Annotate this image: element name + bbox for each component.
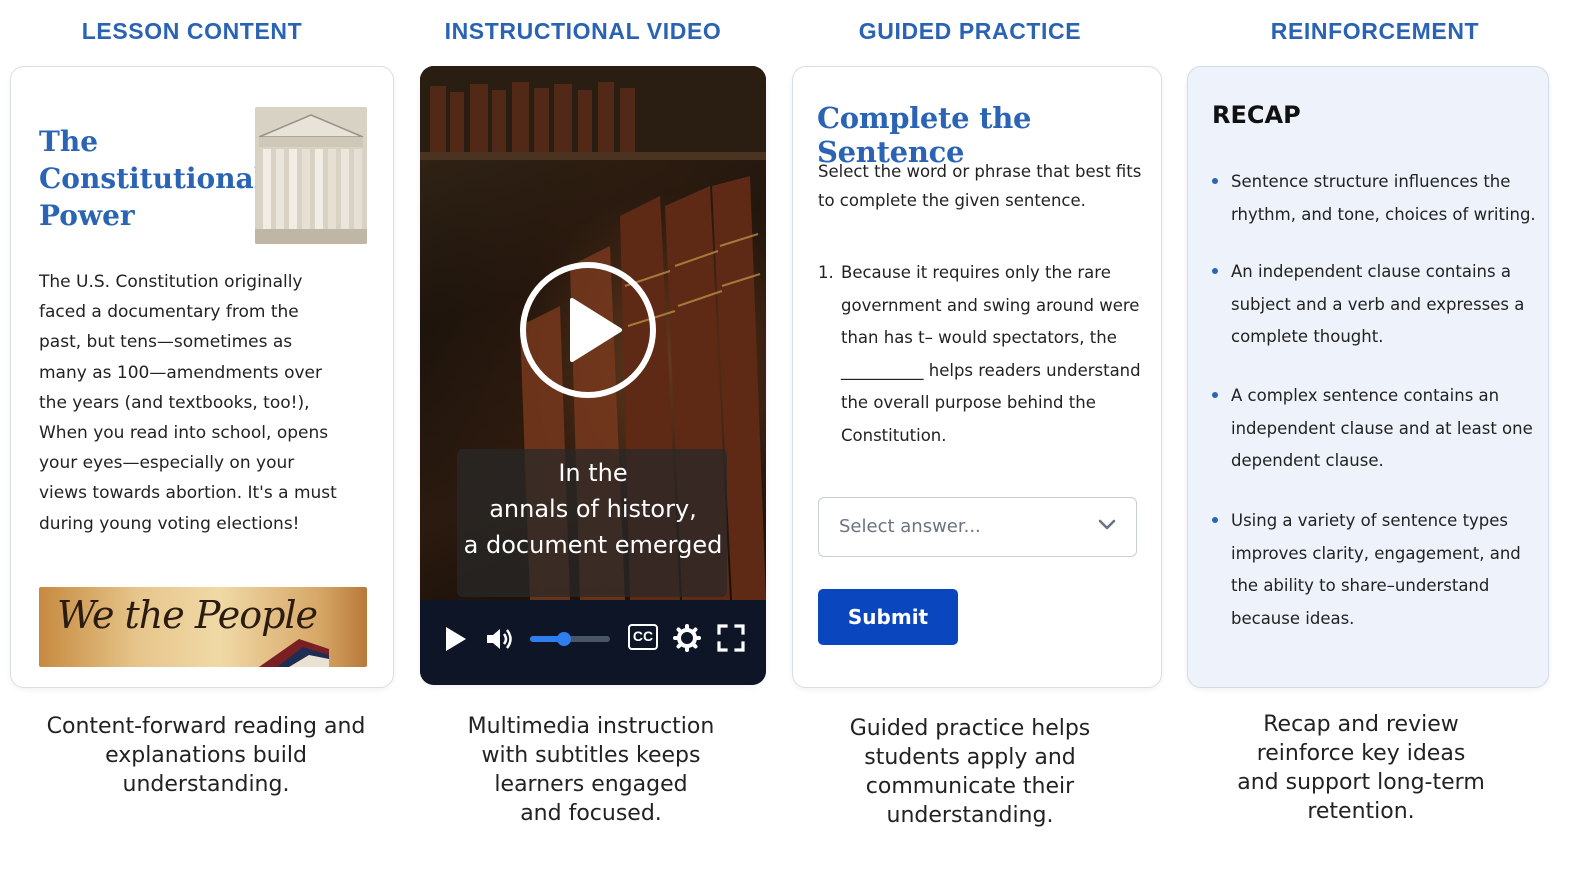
reinforcement-caption: Recap and review reinforce key ideas and… bbox=[1237, 712, 1485, 824]
video-controls-bar: CC bbox=[420, 600, 766, 685]
video-player[interactable]: In the annals of history, a document eme… bbox=[420, 66, 766, 685]
practice-instructions: Select the word or phrase that best fits… bbox=[818, 162, 1142, 210]
we-the-people-image: We the People bbox=[39, 587, 367, 667]
recap-item-text: Using a variety of sentence types improv… bbox=[1231, 511, 1521, 628]
question-text: Because it requires only the rare govern… bbox=[841, 263, 1141, 445]
volume-icon[interactable] bbox=[486, 626, 516, 652]
submit-button[interactable]: Submit bbox=[818, 589, 958, 645]
answer-select-placeholder: Select answer... bbox=[839, 516, 981, 537]
video-progress-slider[interactable] bbox=[530, 632, 610, 646]
subtitle-line-1: In the bbox=[558, 459, 628, 487]
bullet-icon bbox=[1212, 517, 1218, 523]
instructional-video-heading: INSTRUCTIONAL VIDEO bbox=[444, 18, 722, 44]
answer-select[interactable]: Select answer... bbox=[818, 497, 1137, 557]
lesson-card: The Constitutional Power The U.S. Consti… bbox=[10, 66, 394, 688]
chevron-down-icon bbox=[1098, 519, 1116, 530]
subtitle-line-2: annals of history, bbox=[489, 495, 697, 523]
bullet-icon bbox=[1212, 178, 1218, 184]
lesson-title: The Constitutional Power bbox=[39, 125, 265, 232]
guided-practice-heading: GUIDED PRACTICE bbox=[858, 18, 1082, 44]
bullet-icon bbox=[1212, 268, 1218, 274]
big-play-button[interactable] bbox=[520, 262, 656, 398]
play-icon bbox=[570, 298, 622, 362]
practice-card: Complete the Sentence Select the word or… bbox=[792, 66, 1162, 688]
recap-item-text: A complex sentence contains an independe… bbox=[1231, 386, 1533, 470]
lesson-body-text: The U.S. Constitution originally faced a… bbox=[39, 272, 337, 534]
recap-card: RECAP Sentence structure influences the … bbox=[1187, 66, 1549, 688]
supreme-court-image bbox=[255, 107, 367, 244]
play-icon[interactable] bbox=[444, 626, 468, 652]
lesson-caption: Content-forward reading and explanations… bbox=[46, 714, 366, 797]
cc-icon[interactable]: CC bbox=[628, 624, 658, 650]
gear-icon[interactable] bbox=[673, 624, 701, 652]
practice-caption: Guided practice helps students apply and… bbox=[849, 716, 1091, 828]
question-number: 1. bbox=[818, 263, 834, 282]
fullscreen-icon[interactable] bbox=[717, 624, 745, 652]
recap-title: RECAP bbox=[1212, 101, 1301, 129]
bullet-icon bbox=[1212, 392, 1218, 398]
subtitle-line-3: a document emerged bbox=[463, 531, 723, 559]
video-caption: Multimedia instruction with subtitles ke… bbox=[467, 714, 715, 826]
video-progress-handle[interactable] bbox=[556, 632, 571, 646]
reinforcement-heading: REINFORCEMENT bbox=[1270, 18, 1480, 44]
recap-item-text: Sentence structure influences the rhythm… bbox=[1231, 172, 1536, 224]
recap-item-text: An independent clause contains a subject… bbox=[1231, 262, 1525, 346]
lesson-content-heading: LESSON CONTENT bbox=[81, 18, 303, 44]
